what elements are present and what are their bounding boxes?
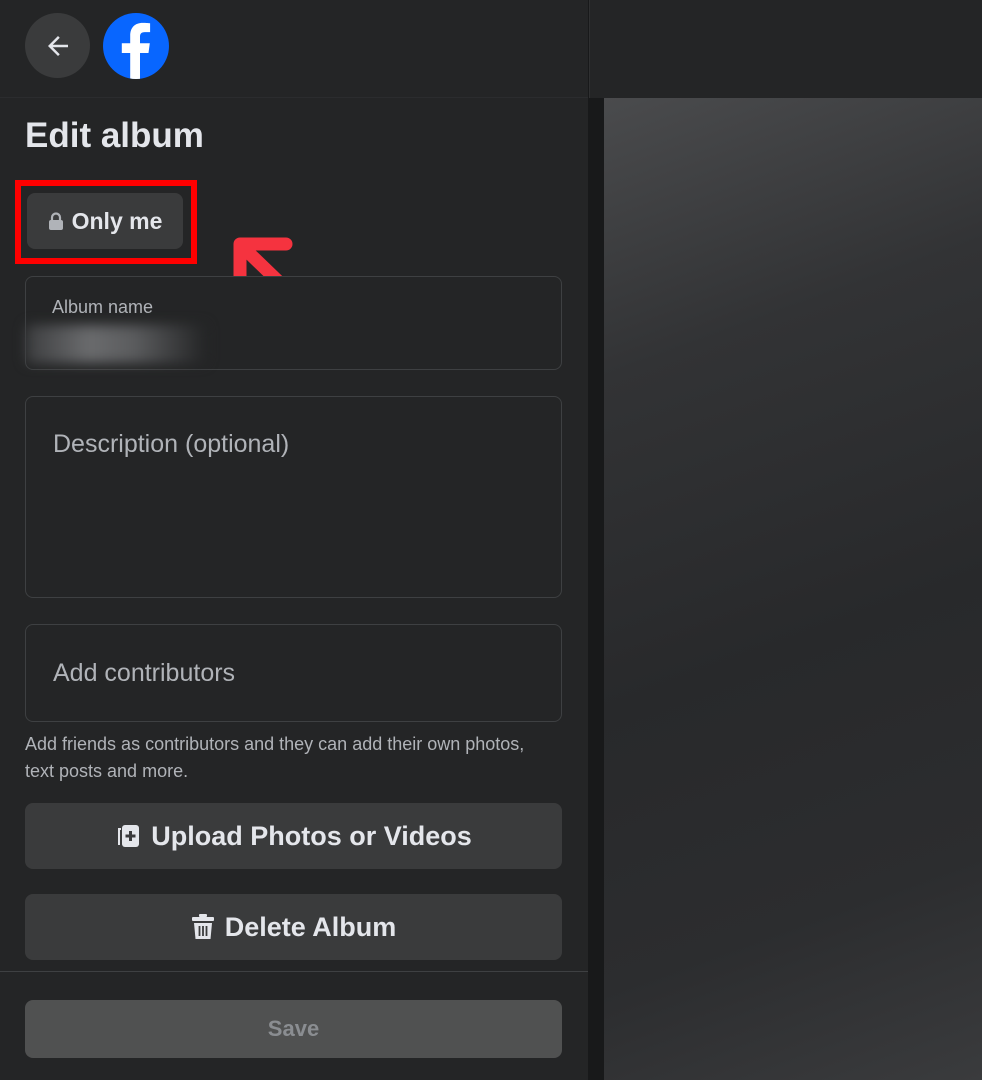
album-name-field[interactable]: Album name	[25, 276, 562, 370]
edit-album-panel: Edit album Only me Album name Descriptio…	[0, 0, 588, 1080]
delete-album-button[interactable]: Delete Album	[25, 894, 562, 960]
facebook-logo-icon[interactable]	[103, 13, 169, 79]
contributors-helper-text: Add friends as contributors and they can…	[25, 734, 525, 781]
lock-icon	[48, 211, 63, 230]
upload-label: Upload Photos or Videos	[151, 820, 472, 851]
footer-divider	[0, 971, 588, 972]
right-header-area	[589, 0, 982, 98]
add-contributors-input[interactable]: Add contributors	[25, 624, 562, 722]
app-root: Edit album Only me Album name Descriptio…	[0, 0, 982, 1080]
save-button[interactable]: Save	[25, 1000, 562, 1058]
page-title: Edit album	[25, 116, 204, 155]
album-name-value-redacted	[26, 325, 206, 363]
panel-header	[0, 0, 588, 98]
album-preview-area	[604, 98, 982, 1080]
description-textarea[interactable]: Description (optional)	[25, 396, 562, 598]
privacy-button[interactable]: Only me	[27, 193, 183, 249]
photo-add-icon	[118, 825, 140, 847]
upload-photos-button[interactable]: Upload Photos or Videos	[25, 803, 562, 869]
description-placeholder: Description (optional)	[53, 430, 290, 458]
panel-gutter	[588, 98, 604, 1080]
contributors-placeholder: Add contributors	[53, 659, 236, 687]
back-button[interactable]	[25, 13, 90, 78]
arrow-left-icon	[47, 35, 68, 56]
privacy-label: Only me	[71, 207, 163, 234]
album-name-label: Album name	[52, 297, 154, 317]
delete-label: Delete Album	[224, 911, 397, 942]
trash-icon	[191, 914, 214, 939]
